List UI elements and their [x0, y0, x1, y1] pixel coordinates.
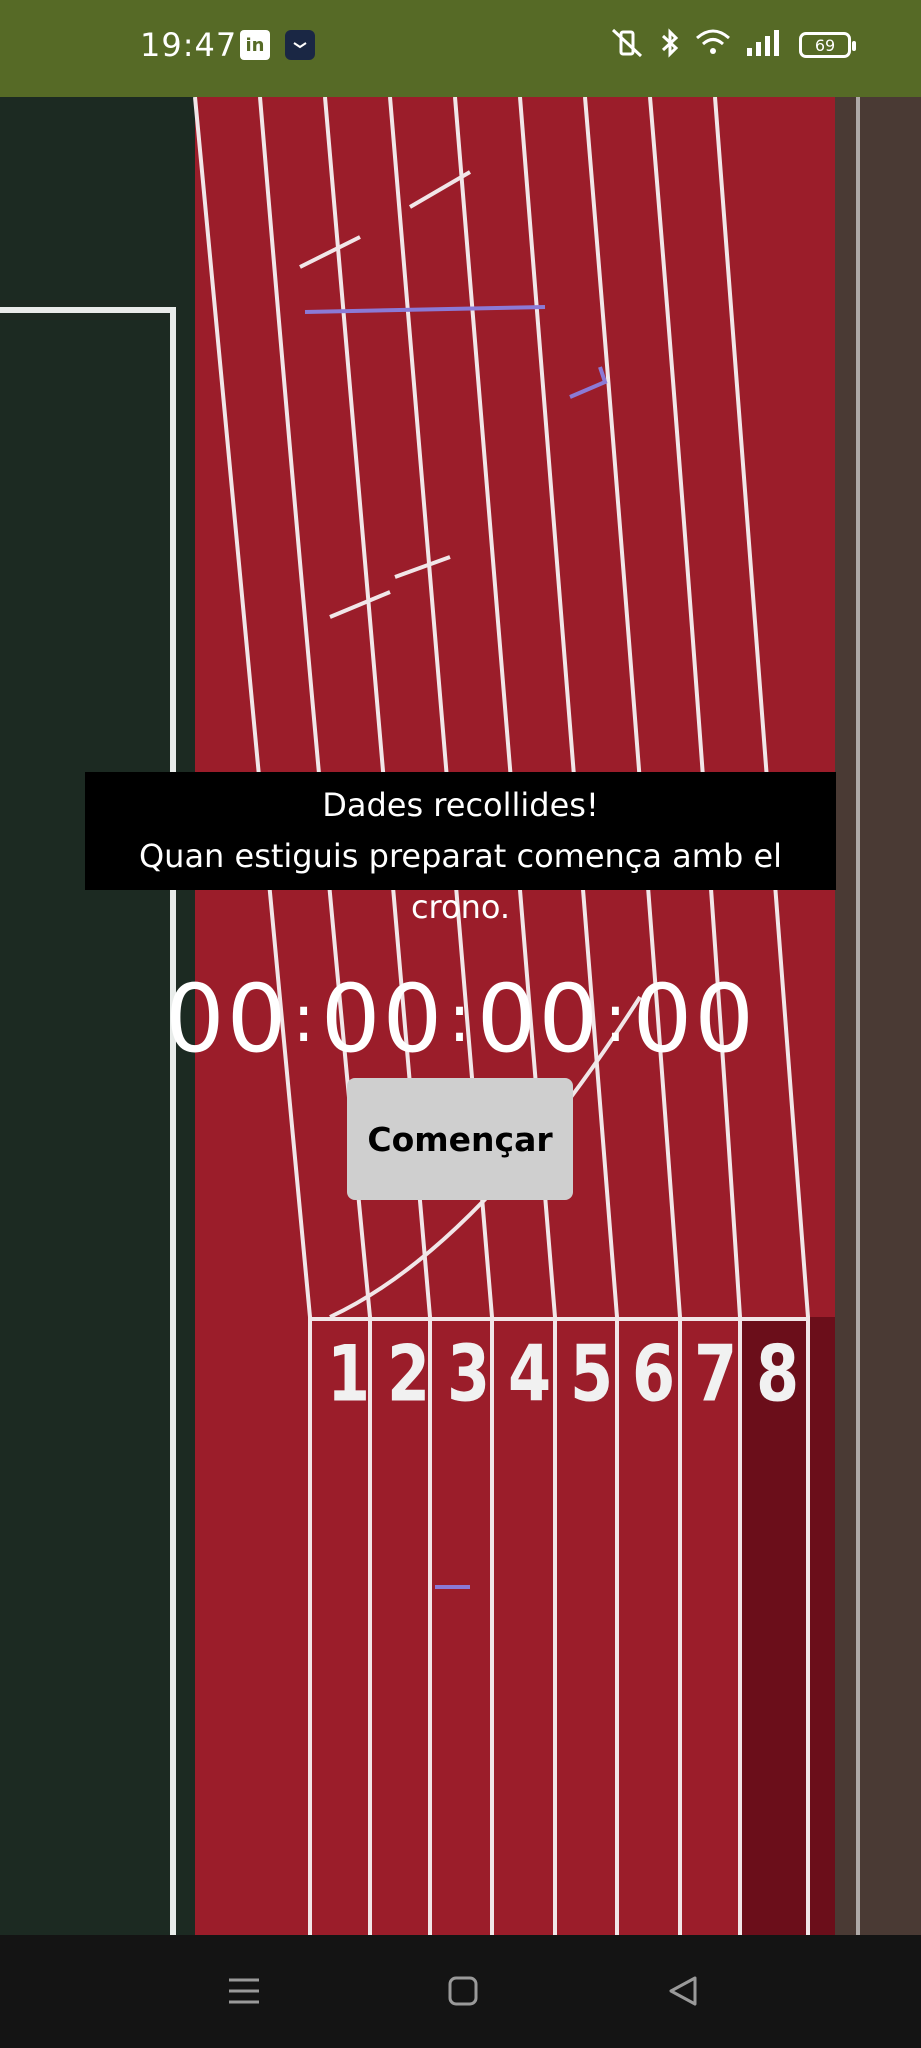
start-line	[310, 1317, 810, 1321]
timer-seconds: 00	[476, 965, 601, 1074]
status-bar: 19:47 in 69	[0, 0, 921, 97]
lane-number: 5	[570, 1327, 614, 1420]
lane-number: 1	[327, 1327, 371, 1420]
lane-number: 6	[632, 1327, 676, 1420]
timer-separator: :	[604, 980, 629, 1057]
wifi-icon	[695, 28, 731, 62]
start-button[interactable]: Començar	[347, 1078, 573, 1200]
lane-number: 4	[508, 1327, 552, 1420]
data-collected-message: Dades recollides! Quan estiguis preparat…	[85, 772, 836, 926]
battery-icon: 69	[799, 32, 856, 58]
menu-icon[interactable]	[216, 1963, 272, 2019]
navigation-bar	[0, 1935, 921, 2048]
clock-app-icon	[285, 30, 315, 60]
bluetooth-icon	[659, 28, 681, 62]
timer-separator: :	[292, 980, 317, 1057]
message-line-1: Dades recollides!	[322, 786, 599, 824]
lane-number: 8	[756, 1327, 800, 1420]
lane-number: 2	[387, 1327, 431, 1420]
timer-separator: :	[448, 980, 473, 1057]
home-icon[interactable]	[435, 1963, 491, 2019]
signal-icon	[745, 28, 785, 62]
status-time: 19:47	[140, 26, 238, 64]
timer-centiseconds: 00	[632, 965, 757, 1074]
vibrate-off-icon	[609, 28, 645, 62]
stopwatch-display: 00:00:00:00	[0, 965, 921, 1074]
linkedin-icon: in	[240, 30, 270, 60]
timer-hours: 00	[164, 965, 289, 1074]
message-line-2: Quan estiguis preparat comença amb el cr…	[138, 837, 783, 926]
timer-minutes: 00	[320, 965, 445, 1074]
back-icon[interactable]	[655, 1963, 711, 2019]
lane-number: 7	[694, 1327, 738, 1420]
lane-number: 3	[447, 1327, 491, 1420]
battery-level: 69	[814, 35, 836, 55]
